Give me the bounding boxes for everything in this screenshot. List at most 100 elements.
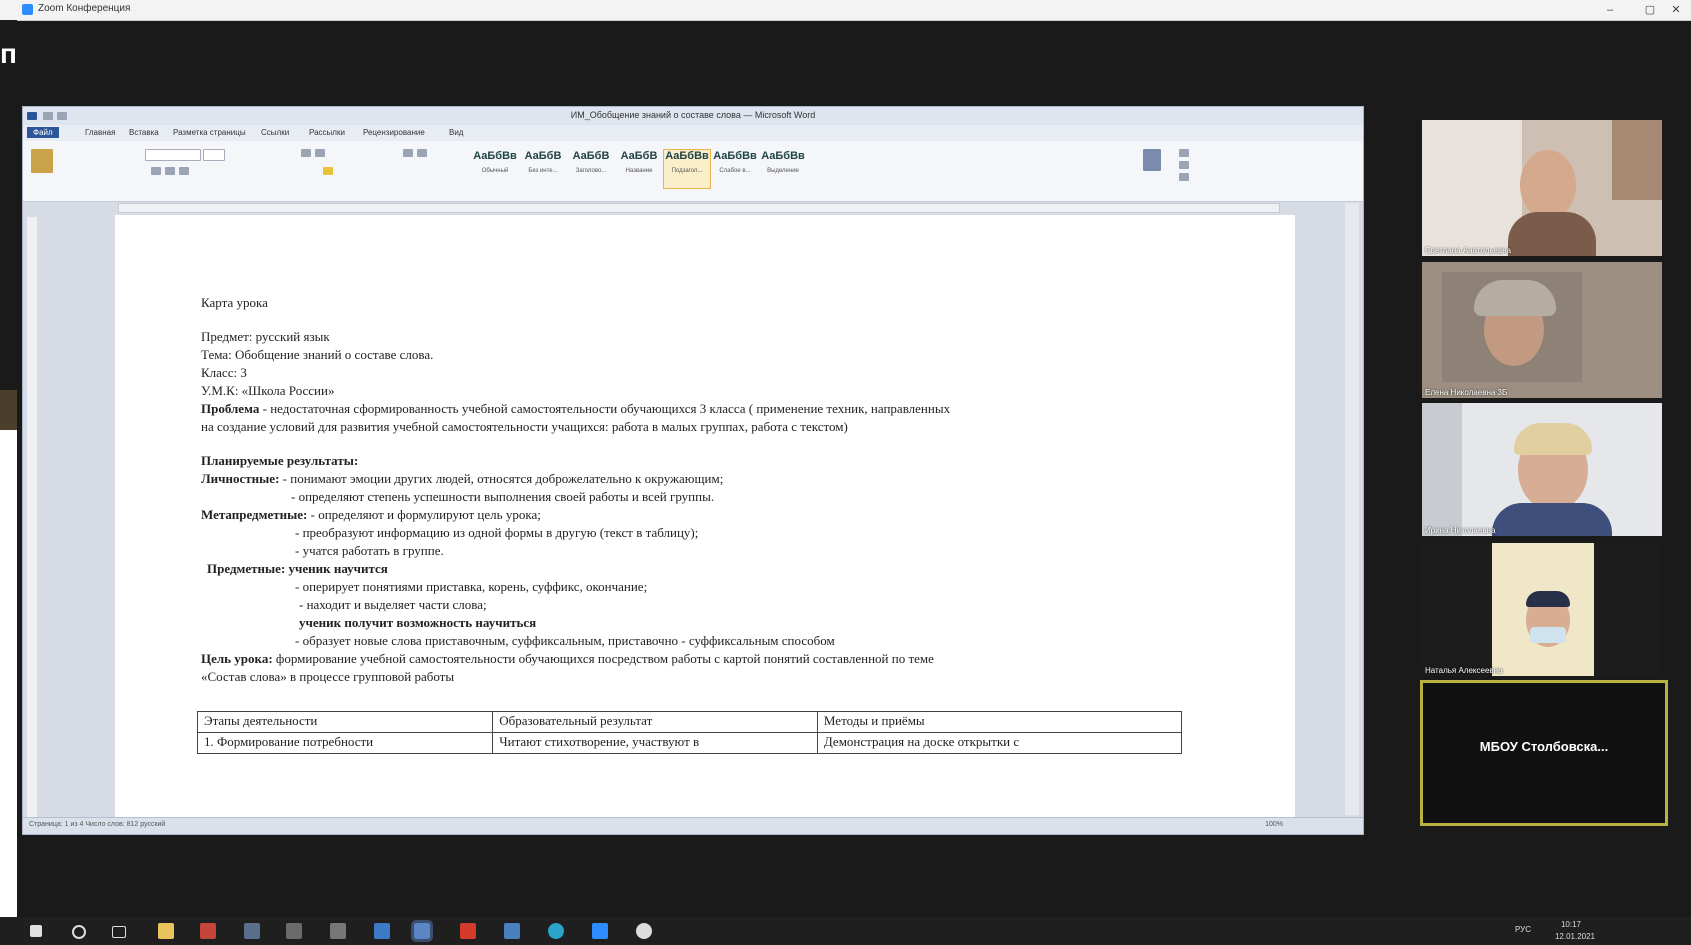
style-no-spacing[interactable]: АаБбВ Без инте... bbox=[519, 149, 567, 189]
underline-icon[interactable] bbox=[179, 167, 189, 175]
align-left-icon[interactable] bbox=[403, 149, 413, 157]
style-normal[interactable]: АаБбВв Обычный bbox=[471, 149, 519, 189]
change-styles-icon[interactable] bbox=[1143, 149, 1161, 171]
participant-video-4[interactable]: Наталья Алексеевна bbox=[1422, 543, 1662, 676]
doc-heading: Карта урока bbox=[201, 295, 268, 310]
doc-line-subject: Предмет: русский язык bbox=[201, 329, 330, 344]
document-page[interactable]: Карта урока Предмет: русский язык Тема: … bbox=[115, 215, 1295, 817]
paste-icon[interactable] bbox=[31, 149, 53, 173]
zoom-taskbar-icon[interactable] bbox=[592, 923, 608, 939]
bold-icon[interactable] bbox=[151, 167, 161, 175]
bullets-icon[interactable] bbox=[301, 149, 311, 157]
zoom-app-icon bbox=[22, 4, 33, 15]
status-page-info: Страница: 1 из 4 Число слов: 812 русский bbox=[29, 821, 166, 828]
file-explorer-icon[interactable] bbox=[158, 923, 174, 939]
app-icon[interactable] bbox=[330, 923, 346, 939]
doc-goal: Цель урока: формирование учебной самосто… bbox=[201, 651, 934, 666]
vertical-ruler bbox=[27, 217, 37, 817]
doc-subject-4: - образует новые слова приставочным, суф… bbox=[295, 633, 835, 648]
participant-video-3[interactable]: Ирина Николаевна bbox=[1422, 403, 1662, 536]
doc-planned-heading: Планируемые результаты: bbox=[201, 453, 359, 468]
close-button[interactable]: ✕ bbox=[1656, 1, 1691, 19]
table-header-cell: Этапы деятельности bbox=[196, 711, 494, 733]
participant-name-label: МБОУ Столбовска... bbox=[1479, 739, 1609, 754]
font-name-select[interactable] bbox=[145, 149, 201, 161]
app-icon[interactable] bbox=[374, 923, 390, 939]
doc-goal-cont: «Состав слова» в процессе групповой рабо… bbox=[201, 669, 455, 684]
table-cell: Читают стихотворение, участвуют в bbox=[492, 732, 818, 754]
zoom-titlebar: Zoom Конференция – ▢ ✕ bbox=[0, 0, 1691, 21]
tab-review[interactable]: Рецензирование bbox=[357, 127, 431, 138]
table-cell: Демонстрация на доске открытки с bbox=[816, 732, 1183, 754]
tab-home[interactable]: Главная bbox=[79, 127, 121, 138]
zoom-window-title: Zoom Конференция bbox=[38, 3, 131, 14]
tab-file[interactable]: Файл bbox=[27, 127, 59, 138]
doc-meta-1: Метапредметные: - определяют и формулиру… bbox=[201, 507, 541, 522]
doc-personal-2: - определяют степень успешности выполнен… bbox=[291, 489, 715, 504]
face-mask bbox=[1530, 627, 1566, 643]
tab-references[interactable]: Ссылки bbox=[255, 127, 295, 138]
table-cell: 1. Формирование потребности bbox=[196, 732, 494, 754]
windows-start-icon[interactable] bbox=[30, 925, 42, 937]
quick-access-toolbar: ИМ_Обобщение знаний о составе слова — Mi… bbox=[23, 107, 1363, 125]
windows-taskbar: РУС 10:17 12.01.2021 bbox=[0, 917, 1691, 945]
app-icon-red[interactable] bbox=[200, 923, 216, 939]
doc-line-class: Класс: 3 bbox=[201, 365, 247, 380]
tab-view[interactable]: Вид bbox=[443, 127, 469, 138]
tray-date[interactable]: 12.01.2021 bbox=[1555, 932, 1595, 941]
tab-page-layout[interactable]: Разметка страницы bbox=[167, 127, 252, 138]
participant-active-speaker[interactable]: МБОУ Столбовска... bbox=[1420, 680, 1668, 826]
minimize-button[interactable]: – bbox=[1590, 1, 1630, 19]
doc-subject-2: - находит и выделяет части слова; bbox=[299, 597, 487, 612]
word-window[interactable]: ИМ_Обобщение знаний о составе слова — Mi… bbox=[22, 106, 1364, 835]
style-subtle-emphasis[interactable]: АаБбВв Слабое в... bbox=[711, 149, 759, 189]
lesson-table: Этапы деятельности Образовательный резул… bbox=[196, 711, 1183, 754]
participant-name-label: Ирина Николаевна bbox=[1425, 526, 1496, 535]
style-subtitle[interactable]: АаБбВв Подзагол... bbox=[663, 149, 711, 189]
left-edge-strip bbox=[0, 20, 17, 945]
zoom-level[interactable]: 100% bbox=[1265, 821, 1283, 828]
doc-subject-3: ученик получит возможность научиться bbox=[299, 615, 537, 630]
app-icon[interactable] bbox=[244, 923, 260, 939]
doc-subject-label: Предметные: ученик научится bbox=[207, 561, 388, 576]
participant-name-label: Елена Николаевна 3Б bbox=[1425, 388, 1508, 397]
doc-meta-2: - преобразуют информацию из одной формы … bbox=[295, 525, 699, 540]
highlight-icon[interactable] bbox=[323, 167, 333, 175]
search-icon[interactable] bbox=[72, 925, 86, 939]
word-status-bar: Страница: 1 из 4 Число слов: 812 русский… bbox=[23, 817, 1363, 834]
app-icon[interactable] bbox=[636, 923, 652, 939]
italic-icon[interactable] bbox=[165, 167, 175, 175]
tab-insert[interactable]: Вставка bbox=[123, 127, 165, 138]
table-header-cell: Образовательный результат bbox=[492, 711, 818, 733]
find-icon[interactable] bbox=[1179, 149, 1189, 157]
font-size-select[interactable] bbox=[203, 149, 225, 161]
word-taskbar-icon[interactable] bbox=[411, 920, 433, 942]
browser-icon[interactable] bbox=[548, 923, 564, 939]
participant-video-1[interactable]: Светлана Анатольевна bbox=[1422, 120, 1662, 256]
doc-line-topic: Тема: Обобщение знаний о составе слова. bbox=[201, 347, 434, 362]
doc-subject-1: - оперирует понятиями приставка, корень,… bbox=[295, 579, 648, 594]
table-row: 1. Формирование потребности Читают стихо… bbox=[196, 732, 1183, 754]
task-view-icon[interactable] bbox=[112, 926, 126, 938]
tray-language[interactable]: РУС bbox=[1515, 925, 1531, 934]
style-heading[interactable]: АаБбВ Заголово... bbox=[567, 149, 615, 189]
replace-icon[interactable] bbox=[1179, 161, 1189, 169]
participant-name-label: Светлана Анатольевна bbox=[1425, 246, 1512, 255]
tab-mailings[interactable]: Рассылки bbox=[303, 127, 351, 138]
ribbon: АаБбВв Обычный АаБбВ Без инте... АаБбВ Заго… bbox=[23, 141, 1363, 202]
vertical-scrollbar[interactable] bbox=[1345, 203, 1359, 815]
tray-time[interactable]: 10:17 bbox=[1561, 920, 1581, 929]
app-icon[interactable] bbox=[286, 923, 302, 939]
participant-video-2[interactable]: Елена Николаевна 3Б bbox=[1422, 262, 1662, 398]
numbering-icon[interactable] bbox=[315, 149, 325, 157]
align-center-icon[interactable] bbox=[417, 149, 427, 157]
participant-face bbox=[1520, 150, 1576, 220]
doc-line-umk: У.М.К: «Школа России» bbox=[201, 383, 335, 398]
app-icon[interactable] bbox=[460, 923, 476, 939]
doc-line-problem-cont: на создание условий для развития учебной… bbox=[201, 419, 848, 434]
app-icon[interactable] bbox=[504, 923, 520, 939]
style-title[interactable]: АаБбВ Название bbox=[615, 149, 663, 189]
style-emphasis[interactable]: АаБбВв Выделение bbox=[759, 149, 807, 189]
select-icon[interactable] bbox=[1179, 173, 1189, 181]
doc-personal-1: Личностные: - понимают эмоции других люд… bbox=[201, 471, 724, 486]
